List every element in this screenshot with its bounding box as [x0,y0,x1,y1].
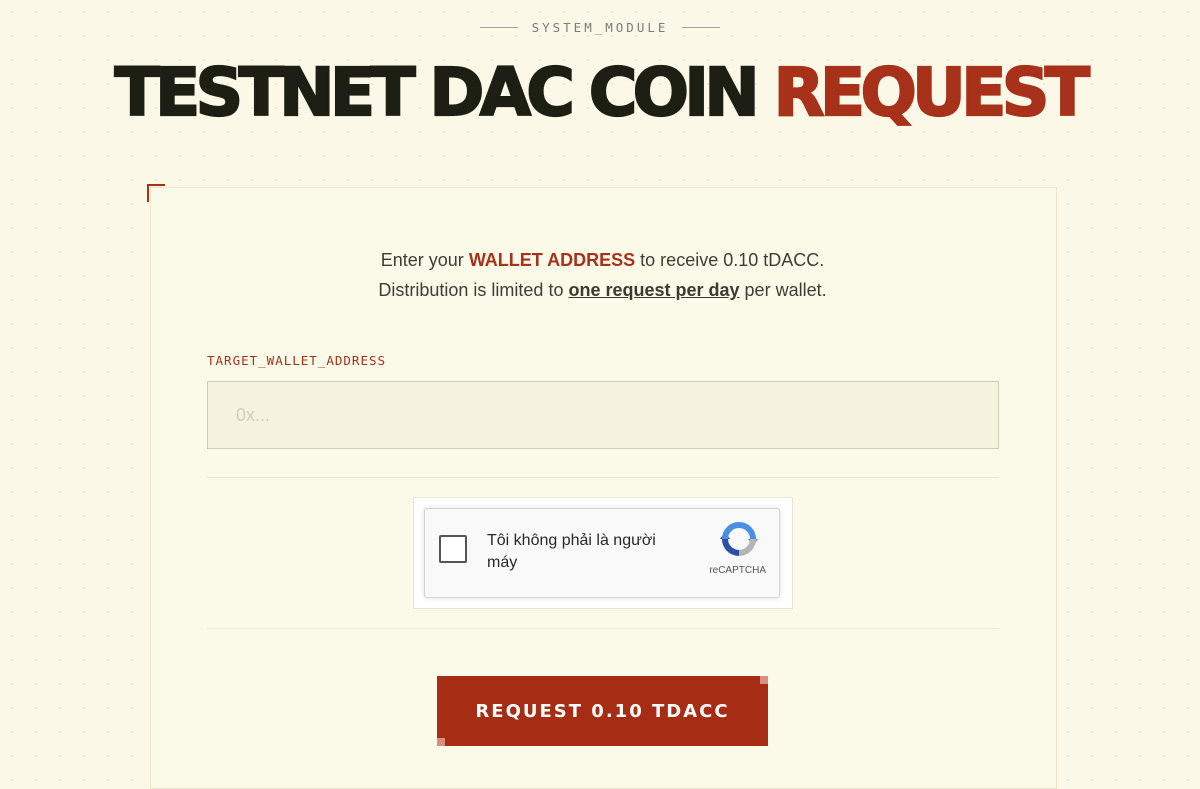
intro-line-1-prefix: Enter your [380,250,464,270]
divider-bottom [207,628,999,629]
recaptcha-checkbox[interactable] [439,535,467,563]
card-corner-mark [147,184,165,202]
wallet-address-label: TARGET_WALLET_ADDRESS [207,353,387,368]
intro-line-1-suffix: to receive 0.10 tDACC. [640,250,825,270]
intro-line-1: Enter your WALLET ADDRESS to receive 0.1… [150,245,1055,275]
intro-limit-highlight: one request per day [568,280,740,300]
recaptcha-logo-icon [720,522,758,556]
page-title: TESTNET DAC COIN REQUEST [0,50,1200,136]
recaptcha-brand: reCAPTCHA [709,565,766,576]
recaptcha-label: Tôi không phải là người máy [487,532,656,571]
button-corner-bottom-left [437,738,445,746]
module-tag: SYSTEM_MODULE [0,20,1200,35]
intro-line-2-prefix: Distribution is limited to [378,280,564,300]
request-tdacc-button[interactable]: REQUEST 0.10 TDACC [437,676,768,746]
wallet-address-input[interactable] [207,381,999,449]
divider-top [207,477,999,478]
intro-text: Enter your WALLET ADDRESS to receive 0.1… [150,245,1055,305]
page-title-accent: REQUEST [773,53,1091,132]
button-corner-top-right [760,676,768,684]
intro-line-2: Distribution is limited to one request p… [150,275,1055,305]
recaptcha-container: Tôi không phải là người máy reCAPTCHA [413,497,793,609]
module-tag-rule-right [682,27,721,28]
page-title-main: TESTNET DAC COIN [113,53,760,132]
intro-line-2-suffix: per wallet. [744,280,827,300]
intro-wallet-address-highlight: WALLET ADDRESS [468,250,636,270]
module-tag-rule-left [479,27,518,28]
module-tag-label: SYSTEM_MODULE [531,20,669,35]
recaptcha-widget: Tôi không phải là người máy reCAPTCHA [424,508,780,598]
